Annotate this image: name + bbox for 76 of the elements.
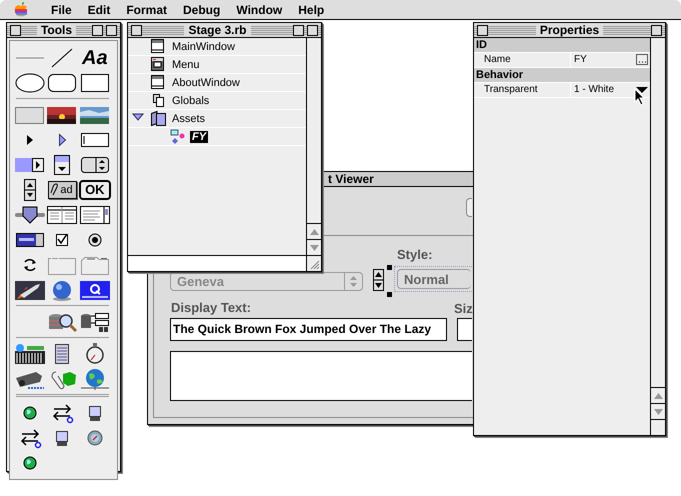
list-row[interactable]: AboutWindow — [128, 74, 306, 92]
title-bar[interactable]: Tools — [7, 23, 120, 38]
list-row[interactable]: Assets — [128, 110, 306, 128]
style-popup[interactable]: Normal — [394, 266, 474, 292]
zoom-box[interactable] — [106, 24, 117, 36]
property-name: Transparent — [474, 83, 571, 97]
oval-icon[interactable] — [14, 72, 46, 94]
menu-item[interactable]: Edit — [80, 2, 118, 16]
property-value[interactable]: 1 - White — [571, 83, 636, 97]
menu-item[interactable]: Format — [118, 2, 176, 16]
size-field[interactable] — [457, 318, 472, 341]
window-title: t Viewer — [327, 172, 375, 186]
style-label: Style: — [397, 247, 432, 262]
close-box[interactable] — [477, 24, 488, 36]
menu-icon — [150, 56, 166, 73]
list-row[interactable]: FY — [128, 128, 306, 146]
close-box[interactable] — [131, 24, 142, 36]
list-row[interactable]: Menu — [128, 56, 306, 74]
scrolling-list-icon[interactable] — [78, 204, 111, 226]
property-name: Name — [474, 53, 571, 67]
list-row[interactable]: MainWindow — [128, 38, 306, 56]
slider-icon[interactable] — [14, 204, 46, 226]
item-label: Assets — [171, 112, 206, 124]
property-value[interactable]: FY — [571, 53, 636, 67]
globe-icon[interactable] — [78, 368, 111, 390]
bevel-button-tool[interactable]: ad — [48, 180, 77, 198]
toolbar-button[interactable] — [466, 198, 472, 217]
item-label: FY — [190, 130, 208, 142]
item-label: AboutWindow — [171, 76, 241, 88]
title-bar[interactable]: Stage 3.rb — [128, 23, 321, 38]
zoom-box[interactable] — [650, 24, 662, 36]
movie-player-icon[interactable] — [78, 278, 111, 300]
rounded-rectangle-icon[interactable] — [46, 72, 78, 94]
selection-handle[interactable] — [387, 265, 392, 270]
item-label: MainWindow — [171, 40, 236, 52]
database-list-icon[interactable] — [78, 310, 111, 332]
rocket-icon[interactable] — [14, 278, 46, 300]
keyboard-icon[interactable] — [14, 342, 46, 364]
display-text-field[interactable]: The Quick Brown Fox Jumped Over The Lazy — [170, 318, 447, 341]
menu-item[interactable]: Debug — [175, 2, 228, 16]
item-label: Globals — [171, 94, 210, 106]
list-box-icon[interactable] — [46, 204, 78, 226]
list-row[interactable]: Globals — [128, 92, 306, 110]
selection-handle[interactable] — [387, 292, 392, 297]
window-title: Tools — [36, 23, 76, 37]
folder-icon — [150, 110, 166, 127]
text-tool[interactable]: Aa — [82, 46, 108, 68]
window-title: Stage 3.rb — [184, 23, 251, 37]
window-title: Properties — [536, 23, 604, 37]
window-icon — [150, 74, 166, 91]
size-label: Siz — [454, 301, 473, 316]
popup-arrows-icon — [350, 276, 357, 287]
menu-item[interactable]: File — [43, 2, 80, 16]
ellipsis-button-icon[interactable] — [636, 54, 648, 65]
menu-item[interactable]: Window — [228, 2, 290, 16]
disclosure-triangle-icon[interactable] — [132, 112, 144, 122]
stepper-icon[interactable] — [373, 269, 384, 291]
push-button-tool[interactable]: OK — [79, 180, 111, 200]
section-heading: ID — [474, 38, 650, 53]
item-label: Menu — [171, 58, 201, 70]
horizontal-scroll-bar[interactable] — [128, 256, 307, 271]
zoom-box[interactable] — [307, 24, 318, 36]
picture-icon — [170, 128, 186, 145]
collapse-box[interactable] — [92, 24, 103, 36]
close-box[interactable] — [10, 24, 21, 36]
title-bar[interactable]: Properties — [474, 23, 665, 38]
text-area[interactable] — [170, 351, 472, 401]
display-text-label: Display Text: — [171, 300, 251, 315]
rectangle-icon[interactable] — [78, 72, 111, 94]
collapse-box[interactable] — [293, 24, 304, 36]
section-heading: Behavior — [474, 68, 650, 83]
apple-menu-icon[interactable] — [13, 1, 29, 18]
dropdown-arrow-icon[interactable] — [636, 86, 648, 94]
menu-item[interactable]: Help — [290, 2, 332, 16]
paperclip-icon — [50, 182, 60, 196]
documents-icon — [150, 92, 166, 109]
